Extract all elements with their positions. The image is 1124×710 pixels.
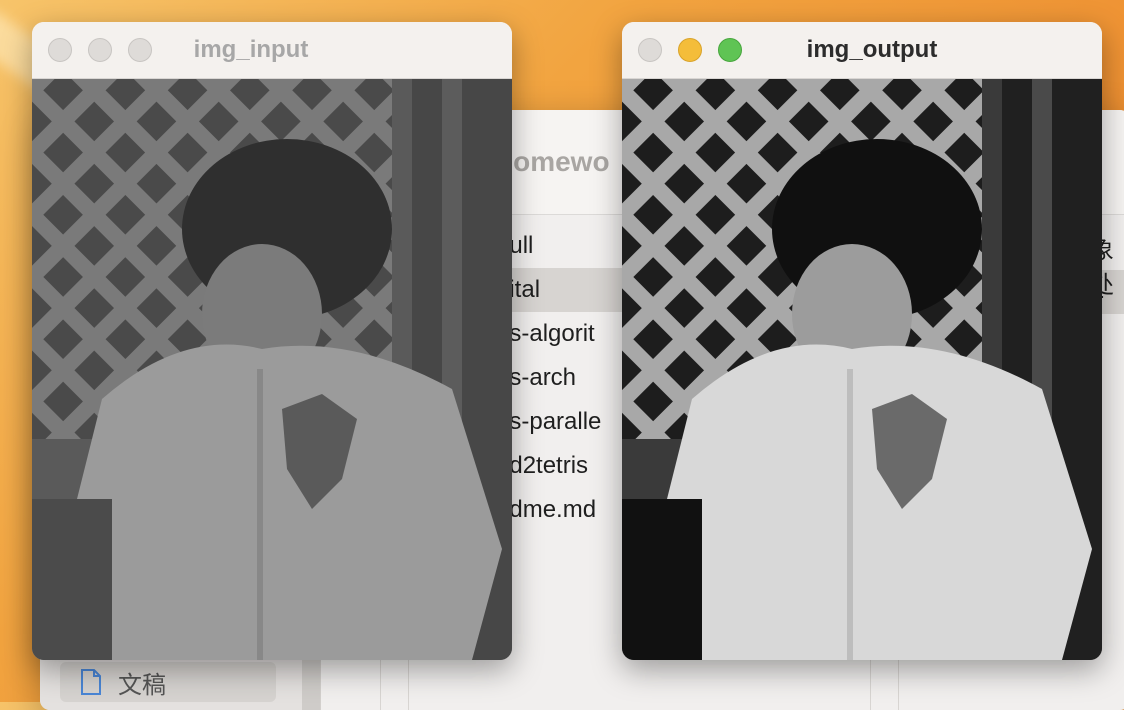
- window-title: img_input: [193, 36, 309, 63]
- img-output-window[interactable]: img_output: [622, 22, 1102, 660]
- img-input-window[interactable]: img_input: [32, 22, 512, 660]
- window-titlebar[interactable]: img_output: [622, 22, 1102, 79]
- output-photo: [622, 79, 1102, 660]
- window-title: img_output: [806, 36, 938, 63]
- document-icon: [81, 669, 101, 695]
- window-titlebar[interactable]: img_input: [32, 22, 512, 79]
- input-photo: [32, 79, 512, 660]
- sidebar-item-documents[interactable]: 文稿: [60, 662, 276, 702]
- sidebar-item-label: 文稿: [118, 670, 166, 699]
- finder-path-title: homewo: [496, 146, 610, 177]
